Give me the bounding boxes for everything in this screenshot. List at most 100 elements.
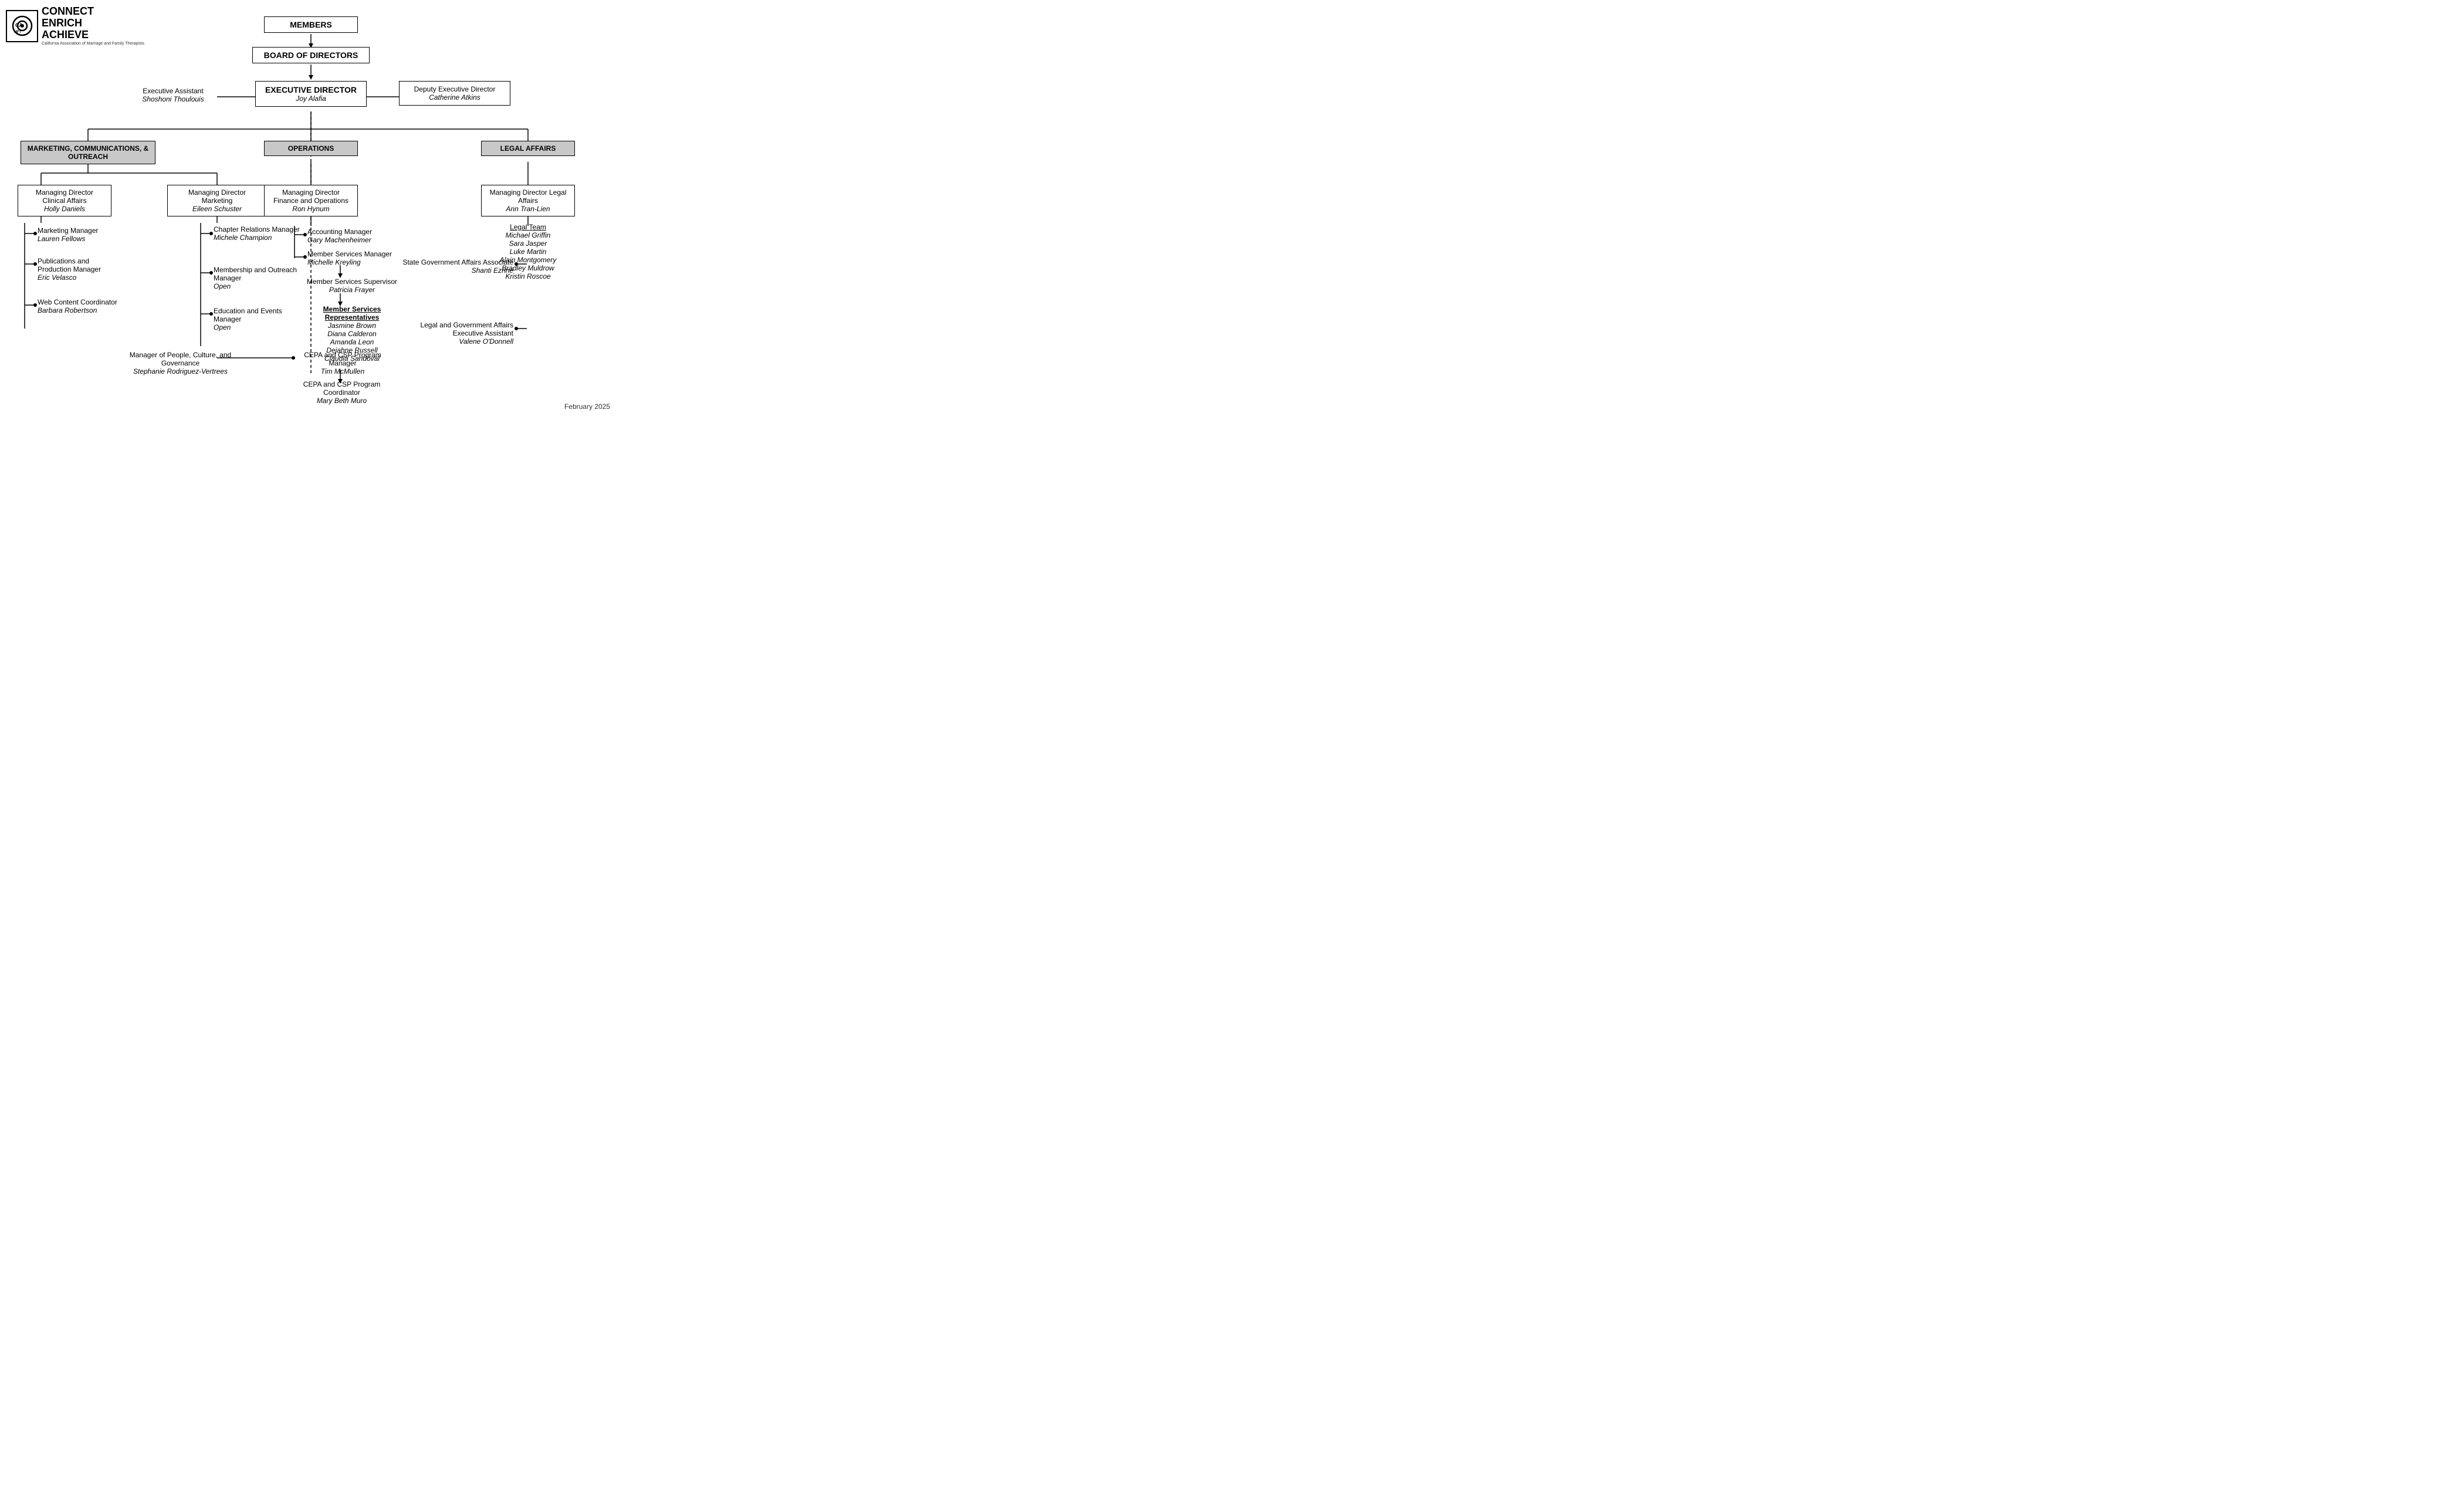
md-clinical-title: Managing Director Clinical Affairs xyxy=(24,188,105,205)
accounting-mgr-title: Accounting Manager xyxy=(307,228,398,236)
member-svc-sup-block: Member Services Supervisor Patricia Fray… xyxy=(305,277,399,294)
legal-box: LEGAL AFFAIRS xyxy=(481,141,575,156)
state-govt-node: State Government Affairs Associate Shant… xyxy=(399,258,513,275)
ops-dept-node: OPERATIONS xyxy=(264,141,358,156)
deputy-title: Deputy Executive Director xyxy=(405,85,504,93)
web-coord-name: Barbara Robertson xyxy=(38,306,120,314)
legal-team-header: Legal Team xyxy=(481,223,575,231)
exec-asst-name: Shoshoni Thoulouis xyxy=(129,95,217,103)
deputy-node: Deputy Executive Director Catherine Atki… xyxy=(399,81,510,106)
cepa-mgr-block: CEPA and CSP Program Manager Tim McMulle… xyxy=(296,351,390,375)
member-svc-sup-title: Member Services Supervisor xyxy=(305,277,399,286)
chapter-mgr-block: Chapter Relations Manager Michele Champi… xyxy=(214,225,304,242)
mco-label: MARKETING, COMMUNICATIONS, & OUTREACH xyxy=(28,144,148,161)
membership-mgr-node: Membership and Outreach Manager Open xyxy=(214,266,304,290)
cepa-mgr-title: CEPA and CSP Program Manager xyxy=(296,351,390,367)
web-coord-title: Web Content Coordinator xyxy=(38,298,120,306)
people-mgr-node: Manager of People, Culture, and Governan… xyxy=(129,351,232,375)
md-marketing-title: Managing Director Marketing xyxy=(174,188,260,205)
md-marketing-name: Eileen Schuster xyxy=(174,205,260,213)
ops-label: OPERATIONS xyxy=(288,144,334,153)
cepa-coord-node: CEPA and CSP Program Coordinator Mary Be… xyxy=(293,380,390,405)
md-finance-node: Managing Director Finance and Operations… xyxy=(264,185,358,216)
md-legal-box: Managing Director Legal Affairs Ann Tran… xyxy=(481,185,575,216)
member-svc-mgr-block: Member Services Manager Michelle Kreylin… xyxy=(307,250,398,266)
people-mgr-title: Manager of People, Culture, and Governan… xyxy=(129,351,232,367)
marketing-mgr-node: Marketing Manager Lauren Fellows xyxy=(38,226,120,243)
board-label: BOARD OF DIRECTORS xyxy=(264,50,358,60)
exec-dir-title: EXECUTIVE DIRECTOR xyxy=(262,85,360,94)
chapter-mgr-name: Michele Champion xyxy=(214,233,304,242)
md-legal-node: Managing Director Legal Affairs Ann Tran… xyxy=(481,185,575,216)
membership-mgr-name: Open xyxy=(214,282,304,290)
md-marketing-node: Managing Director Marketing Eileen Schus… xyxy=(167,185,267,216)
member-svc-mgr-title: Member Services Manager xyxy=(307,250,398,258)
legal-dept-node: LEGAL AFFAIRS xyxy=(481,141,575,156)
pub-mgr-block: Publications and Production Manager Eric… xyxy=(38,257,120,282)
state-govt-title: State Government Affairs Associate xyxy=(399,258,513,266)
md-clinical-name: Holly Daniels xyxy=(24,205,105,213)
edu-mgr-name: Open xyxy=(214,323,304,331)
legal-label: LEGAL AFFAIRS xyxy=(500,144,556,153)
deputy-name: Catherine Atkins xyxy=(405,93,504,101)
legal-member-1: Michael Griffin xyxy=(481,231,575,239)
accounting-mgr-node: Accounting Manager Gary Machenheimer xyxy=(307,228,398,244)
md-legal-name: Ann Tran-Lien xyxy=(488,205,568,213)
exec-dir-name: Joy Alafia xyxy=(262,94,360,103)
md-finance-name: Ron Hynum xyxy=(270,205,351,213)
exec-dir-node: EXECUTIVE DIRECTOR Joy Alafia xyxy=(255,81,367,107)
member-rep-1: Jasmine Brown xyxy=(299,321,405,330)
edu-mgr-title: Education and Events Manager xyxy=(214,307,304,323)
cepa-coord-name: Mary Beth Muro xyxy=(293,397,390,405)
mco-box: MARKETING, COMMUNICATIONS, & OUTREACH xyxy=(21,141,155,164)
pub-mgr-name: Eric Velasco xyxy=(38,273,120,282)
member-svc-mgr-name: Michelle Kreyling xyxy=(307,258,398,266)
ops-box: OPERATIONS xyxy=(264,141,358,156)
membership-mgr-title: Membership and Outreach Manager xyxy=(214,266,304,282)
legal-member-2: Sara Jasper xyxy=(481,239,575,248)
edu-mgr-node: Education and Events Manager Open xyxy=(214,307,304,331)
legal-govt-asst-title: Legal and Government Affairs Executive A… xyxy=(399,321,513,337)
members-label: MEMBERS xyxy=(290,20,332,29)
members-box: MEMBERS xyxy=(264,16,358,33)
member-svc-sup-name: Patricia Frayer xyxy=(305,286,399,294)
md-legal-title: Managing Director Legal Affairs xyxy=(488,188,568,205)
edu-mgr-block: Education and Events Manager Open xyxy=(214,307,304,331)
legal-govt-asst-node: Legal and Government Affairs Executive A… xyxy=(399,321,513,346)
board-node: BOARD OF DIRECTORS xyxy=(252,47,370,63)
mco-dept-node: MARKETING, COMMUNICATIONS, & OUTREACH xyxy=(21,141,155,164)
md-finance-title: Managing Director Finance and Operations xyxy=(270,188,351,205)
member-reps-header: Member Services Representatives xyxy=(299,305,405,321)
members-node: MEMBERS xyxy=(264,16,358,33)
cepa-mgr-node: CEPA and CSP Program Manager Tim McMulle… xyxy=(296,351,390,375)
cepa-mgr-name: Tim McMullen xyxy=(296,367,390,375)
chapter-mgr-node: Chapter Relations Manager Michele Champi… xyxy=(214,225,304,242)
marketing-mgr-title: Marketing Manager xyxy=(38,226,120,235)
people-mgr-name: Stephanie Rodriguez-Vertrees xyxy=(129,367,232,375)
pub-mgr-node: Publications and Production Manager Eric… xyxy=(38,257,120,282)
legal-govt-asst-name: Valene O'Donnell xyxy=(399,337,513,346)
exec-dir-box: EXECUTIVE DIRECTOR Joy Alafia xyxy=(255,81,367,107)
accounting-mgr-block: Accounting Manager Gary Machenheimer xyxy=(307,228,398,244)
state-govt-block: State Government Affairs Associate Shant… xyxy=(399,258,513,275)
member-svc-mgr-node: Member Services Manager Michelle Kreylin… xyxy=(307,250,398,266)
marketing-mgr-block: Marketing Manager Lauren Fellows xyxy=(38,226,120,243)
legal-govt-asst-block: Legal and Government Affairs Executive A… xyxy=(399,321,513,346)
exec-asst-title: Executive Assistant xyxy=(129,87,217,95)
state-govt-name: Shanti Ezrine xyxy=(399,266,513,275)
marketing-mgr-name: Lauren Fellows xyxy=(38,235,120,243)
chapter-mgr-title: Chapter Relations Manager xyxy=(214,225,304,233)
exec-asst-node: Executive Assistant Shoshoni Thoulouis xyxy=(129,87,217,103)
chart-container: MEMBERS BOARD OF DIRECTORS Executive Ass… xyxy=(12,12,610,411)
web-coord-node: Web Content Coordinator Barbara Robertso… xyxy=(38,298,120,314)
member-svc-sup-node: Member Services Supervisor Patricia Fray… xyxy=(305,277,399,294)
member-rep-3: Amanda Leon xyxy=(299,338,405,346)
member-rep-2: Diana Calderon xyxy=(299,330,405,338)
board-box: BOARD OF DIRECTORS xyxy=(252,47,370,63)
md-clinical-box: Managing Director Clinical Affairs Holly… xyxy=(18,185,111,216)
membership-mgr-block: Membership and Outreach Manager Open xyxy=(214,266,304,290)
cepa-coord-title: CEPA and CSP Program Coordinator xyxy=(293,380,390,397)
md-finance-box: Managing Director Finance and Operations… xyxy=(264,185,358,216)
pub-mgr-title: Publications and Production Manager xyxy=(38,257,120,273)
md-clinical-node: Managing Director Clinical Affairs Holly… xyxy=(18,185,111,216)
